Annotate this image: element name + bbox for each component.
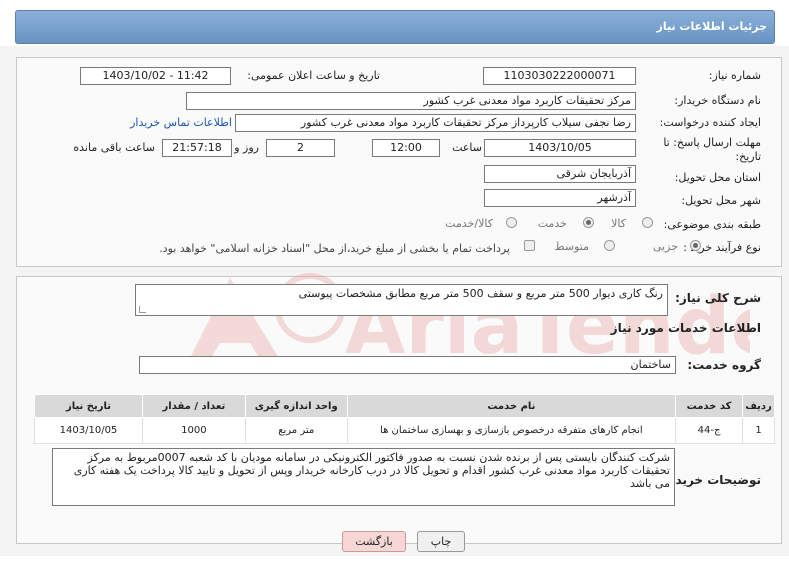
cell-unit: متر مربع — [244, 417, 348, 444]
header-bar: جزئیات اطلاعات نیاز — [0, 0, 789, 46]
time-label: ساعت — [452, 141, 482, 154]
deadline-date-field: 1403/10/05 — [484, 139, 636, 157]
category-radio-goods[interactable] — [642, 217, 653, 228]
description-field: رنگ کاری دیوار 500 متر مربع و سقف 500 مت… — [135, 284, 668, 316]
city-field: آذرشهر — [484, 189, 636, 207]
buyer-field: مرکز تحقیقات کاربرد مواد معدنی غرب کشور — [186, 92, 636, 110]
description-label: شرح کلی نیاز: — [675, 291, 761, 305]
cell-row: 1 — [742, 417, 775, 444]
city-label: شهر محل تحویل: — [681, 194, 761, 207]
table-header-row: ردیف کد خدمت نام خدمت واحد اندازه گیری ت… — [34, 394, 775, 418]
category-option-goods: کالا — [611, 217, 626, 230]
description-text: رنگ کاری دیوار 500 متر مربع و سقف 500 مت… — [298, 287, 663, 300]
days-label: روز و — [234, 141, 259, 154]
buyer-notes-field: شرکت کنندگان بایستی پس از برنده شدن نسبت… — [52, 448, 675, 506]
need-number-field: 1103030222000071 — [483, 67, 636, 85]
cell-code: ج-44 — [675, 417, 744, 444]
group-label: گروه خدمت: — [687, 358, 761, 372]
cell-name: انجام کارهای متفرقه درخصوص بازسازی و بهس… — [346, 417, 677, 444]
buyer-contact-link[interactable]: اطلاعات تماس خریدار — [130, 116, 232, 129]
services-title: اطلاعات خدمات مورد نیاز — [610, 321, 761, 335]
back-button[interactable]: بازگشت — [342, 531, 406, 552]
cell-date: 1403/10/05 — [34, 417, 143, 444]
payment-note: پرداخت تمام یا بخشی از مبلغ خرید،از محل … — [159, 242, 510, 255]
creator-field: رضا نجفی سیلاب کارپرداز مرکز تحقیقات کار… — [235, 114, 636, 132]
category-label: طبقه بندی موضوعی: — [663, 218, 761, 231]
province-label: استان محل تحویل: — [674, 171, 761, 184]
creator-label: ایجاد کننده درخواست: — [659, 116, 761, 129]
col-name: نام خدمت — [346, 394, 677, 418]
group-field: ساختمان — [139, 356, 676, 374]
announce-label: تاریخ و ساعت اعلان عمومی: — [247, 69, 380, 82]
col-row: ردیف — [742, 394, 775, 418]
col-date: تاریخ نیاز — [34, 394, 143, 418]
cell-qty: 1000 — [141, 417, 246, 444]
process-radio-medium[interactable] — [604, 240, 615, 251]
need-number-label: شماره نیاز: — [708, 69, 761, 82]
category-option-service: خدمت — [537, 217, 567, 230]
resize-grip-icon[interactable] — [139, 306, 146, 313]
footer-strip — [0, 556, 789, 566]
deadline-label: مهلت ارسال پاسخ: تا تاریخ: — [663, 136, 761, 163]
buyer-notes-text: شرکت کنندگان بایستی پس از برنده شدن نسبت… — [73, 451, 670, 490]
col-qty: تعداد / مقدار — [141, 394, 246, 418]
category-option-goods-service: کالا/خدمت — [445, 217, 493, 230]
treasury-checkbox[interactable] — [524, 240, 535, 251]
process-radio-minor[interactable] — [690, 240, 701, 251]
process-option-minor: جزیی — [652, 240, 678, 253]
category-radio-goods-service[interactable] — [506, 217, 517, 228]
table-row: 1 ج-44 انجام کارهای متفرقه درخصوص بازساز… — [34, 417, 775, 444]
announce-field: 1403/10/02 - 11:42 — [80, 67, 231, 85]
col-unit: واحد اندازه گیری — [244, 394, 348, 418]
remaining-time-field: 21:57:18 — [162, 139, 232, 157]
buyer-label: نام دستگاه خریدار: — [674, 94, 761, 107]
print-button[interactable]: چاپ — [417, 531, 465, 552]
category-radio-service[interactable] — [583, 217, 594, 228]
province-field: آذربایجان شرقی — [484, 165, 636, 183]
process-option-medium: متوسط — [554, 240, 589, 253]
days-field: 2 — [266, 139, 335, 157]
remaining-label: ساعت باقی مانده — [73, 141, 155, 154]
col-code: کد خدمت — [675, 394, 744, 418]
deadline-time-field: 12:00 — [372, 139, 440, 157]
page-title: جزئیات اطلاعات نیاز — [656, 20, 768, 33]
services-table: ردیف کد خدمت نام خدمت واحد اندازه گیری ت… — [34, 394, 775, 444]
